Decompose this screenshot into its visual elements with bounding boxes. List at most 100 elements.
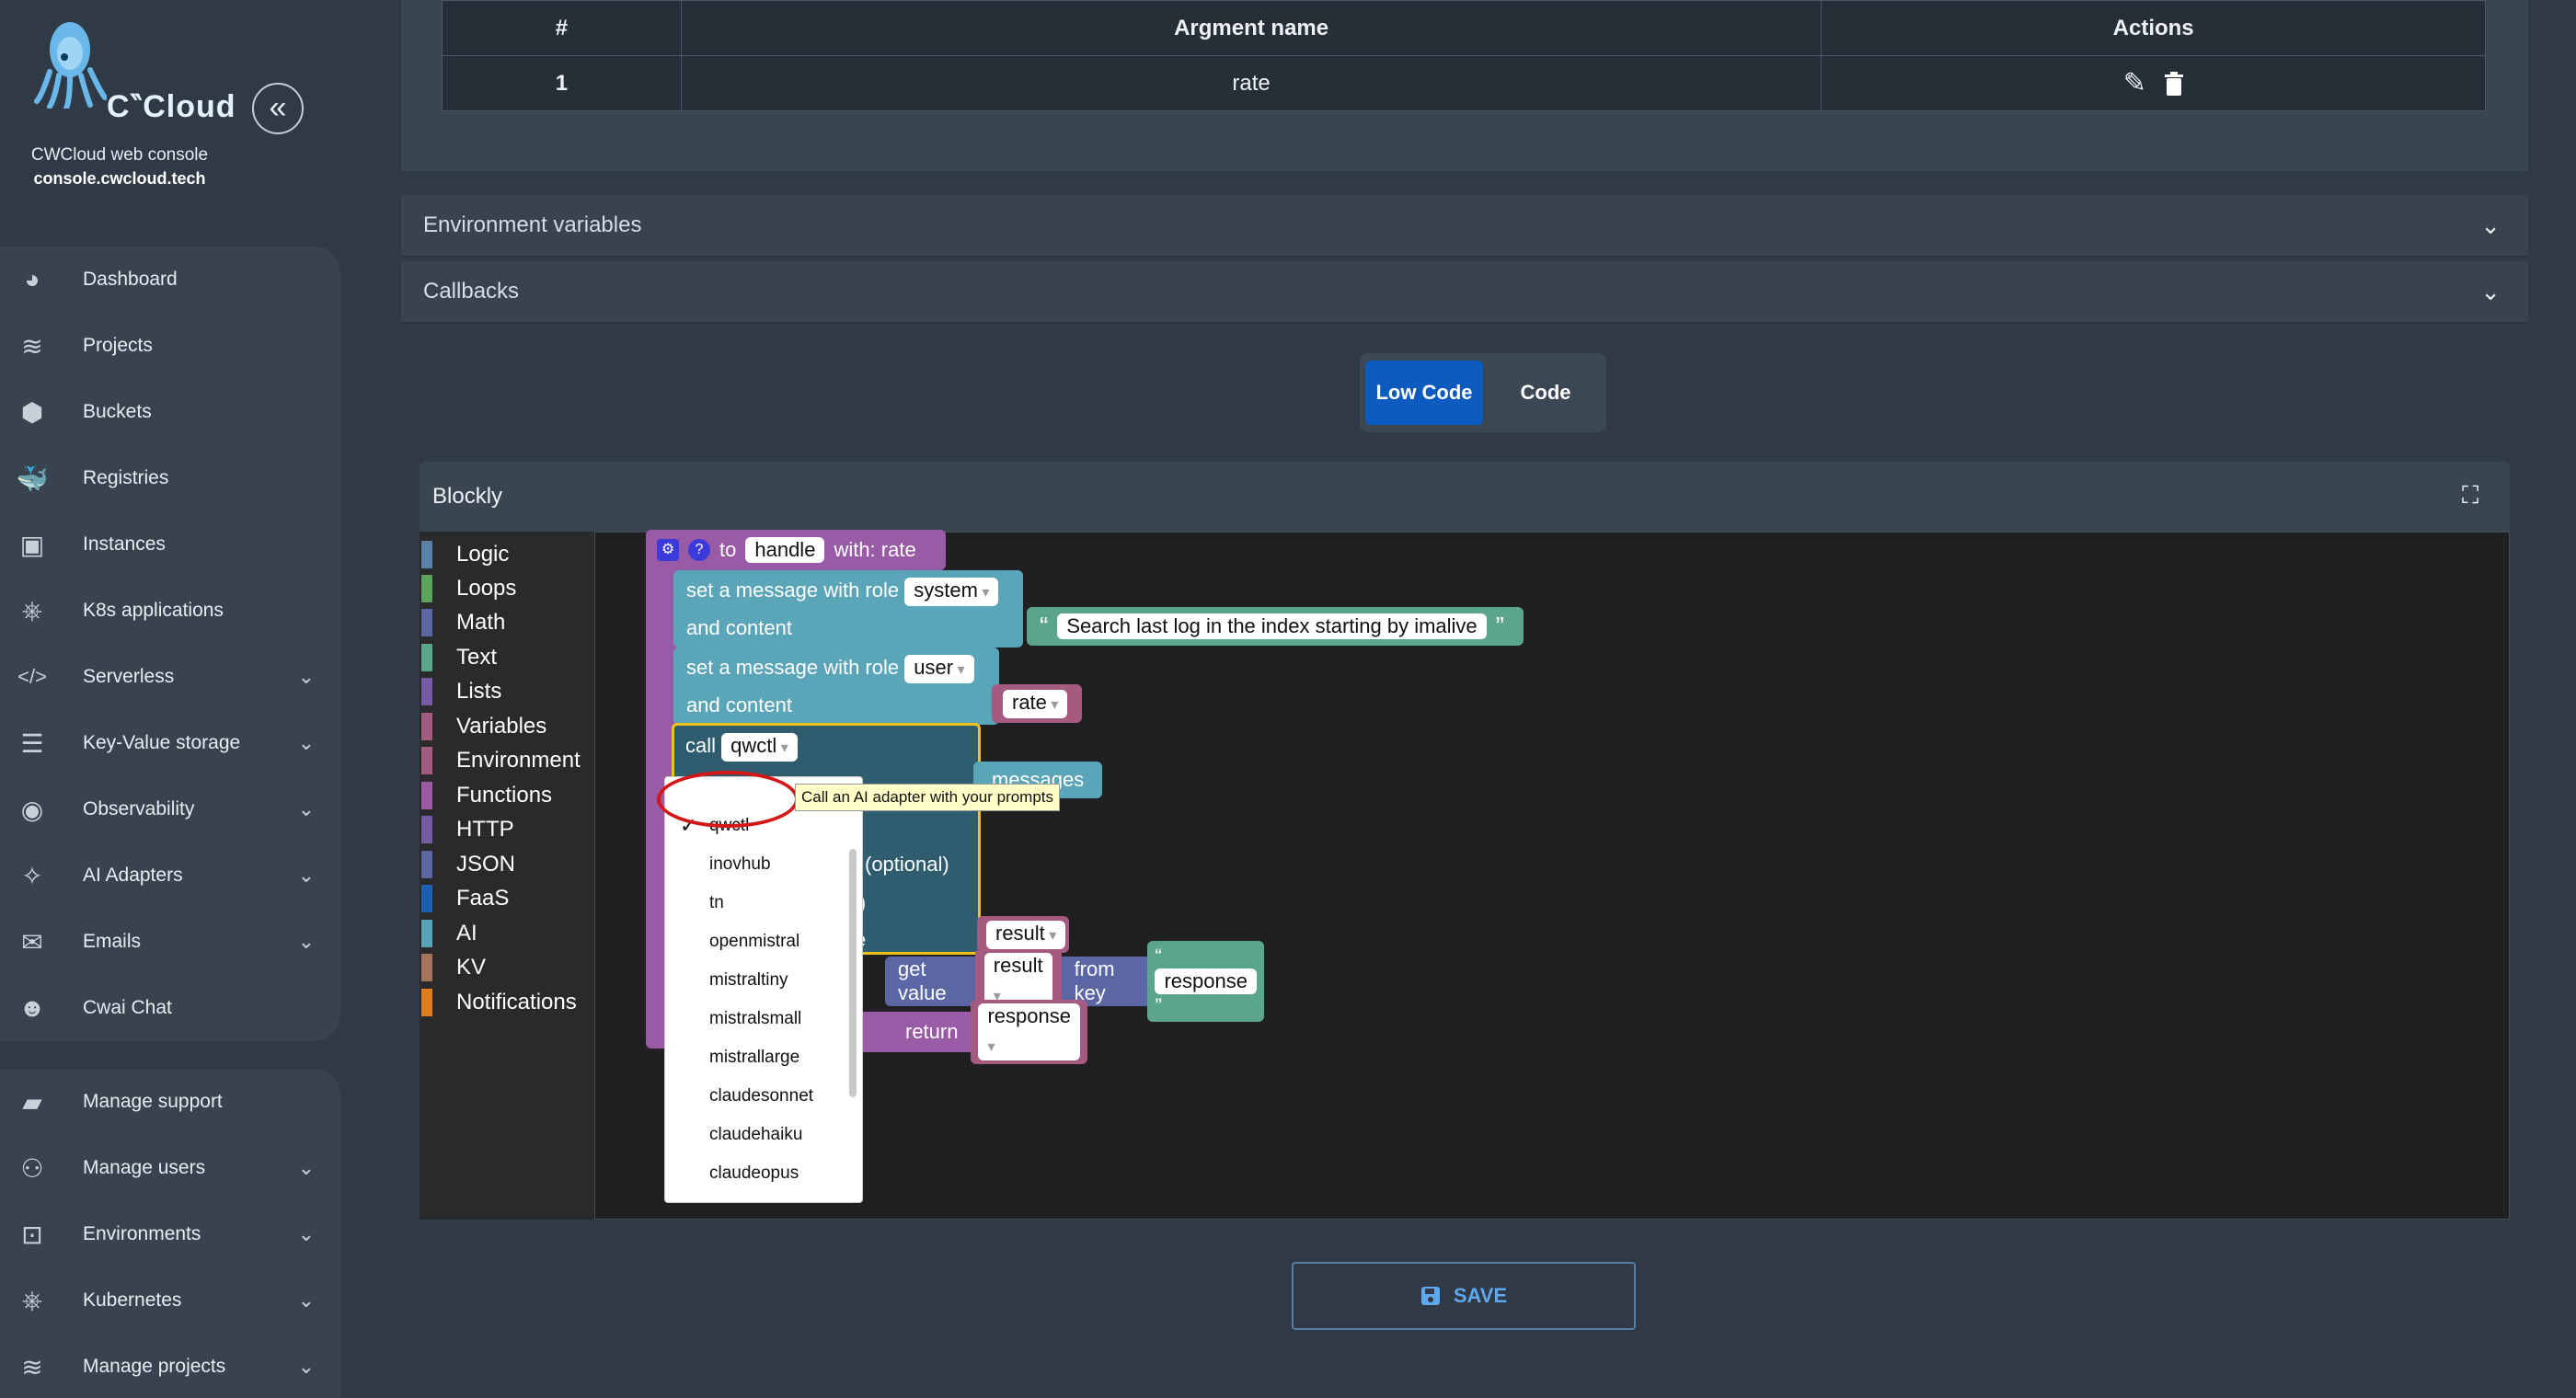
json-get-value-block[interactable]: get value result from key “ response ” (885, 941, 1264, 1022)
dropdown-option-claudehaiku[interactable]: claudehaiku (665, 1116, 849, 1154)
function-definition-block[interactable]: ⚙ ? to handle with: rate (646, 530, 946, 570)
envelope-icon: ✉ (21, 927, 43, 957)
text-field[interactable]: response (1155, 968, 1257, 994)
toolbox-category-faas[interactable]: FaaS (420, 883, 594, 914)
sidebar-item-label: Emails (83, 931, 142, 952)
sidebar-item-cwai-chat[interactable]: ☻ Cwai Chat (0, 980, 340, 1036)
toolbox-category-kv[interactable]: KV (420, 952, 594, 983)
block-params: with: rate (834, 538, 916, 561)
sidebar-item-buckets[interactable]: ⬢ Buckets (0, 384, 340, 440)
toolbox-category-math[interactable]: Math (420, 607, 594, 638)
dropdown-option-claudesonnet[interactable]: claudesonnet (665, 1077, 849, 1116)
sidebar-item-dashboard[interactable]: ◕ Dashboard (0, 252, 340, 307)
block-label: return (905, 1020, 959, 1043)
text-field[interactable]: Search last log in the index starting by… (1057, 613, 1487, 639)
sidebar-item-manage-users[interactable]: ⚇ Manage users ⌄ (0, 1140, 340, 1196)
trash-icon[interactable] (2164, 72, 2184, 96)
toolbox-category-variables[interactable]: Variables (420, 711, 594, 742)
sidebar-item-emails[interactable]: ✉ Emails ⌄ (0, 914, 340, 969)
code-button[interactable]: Code (1492, 361, 1599, 425)
variable-dropdown[interactable]: response (978, 1003, 1080, 1060)
sidebar-item-registries[interactable]: 🐳 Registries (0, 451, 340, 506)
sidebar-item-observability[interactable]: ◉ Observability ⌄ (0, 782, 340, 837)
sidebar-item-key-value-storage[interactable]: ☰ Key-Value storage ⌄ (0, 716, 340, 771)
sidebar-item-ai-adapters[interactable]: ✧ AI Adapters ⌄ (0, 848, 340, 903)
role-dropdown[interactable]: system (904, 578, 999, 606)
category-label: KV (456, 955, 487, 980)
sidebar-item-k8s-applications[interactable]: ⎈ K8s applications (0, 583, 340, 638)
category-color-bar (421, 954, 432, 981)
function-name-field[interactable]: handle (745, 537, 825, 563)
category-label: Math (456, 610, 506, 635)
toolbox-category-functions[interactable]: Functions (420, 780, 594, 811)
toolbox-category-http[interactable]: HTTP (420, 814, 594, 845)
set-message-user-block[interactable]: set a message with role user and content (673, 647, 999, 725)
category-label: Text (456, 645, 498, 670)
block-label: set a message with role (686, 656, 900, 679)
app-root: C‶Cloud « CWCloud web console console.cw… (0, 0, 2576, 1398)
return-block[interactable]: return response (856, 1000, 1087, 1064)
sidebar-item-serverless[interactable]: </> Serverless ⌄ (0, 649, 340, 705)
sidebar-item-kubernetes[interactable]: ⎈ Kubernetes ⌄ (0, 1273, 340, 1328)
collapse-sidebar-button[interactable]: « (252, 83, 304, 134)
gear-icon[interactable]: ⚙ (657, 539, 679, 561)
dropdown-option-tn[interactable]: tn (665, 884, 849, 922)
text-block-key[interactable]: “ response ” (1147, 941, 1264, 1022)
variable-dropdown[interactable]: result (986, 920, 1066, 949)
accordion-callbacks[interactable]: Callbacks ⌄ (401, 261, 2528, 324)
sidebar-item-label: Buckets (83, 401, 152, 422)
comment-icon: ▰ (22, 1087, 42, 1117)
category-color-bar (421, 644, 432, 671)
cwcloud-logo[interactable]: C‶Cloud (33, 17, 236, 124)
help-icon[interactable]: ? (688, 539, 710, 561)
save-button[interactable]: SAVE (1292, 1262, 1636, 1330)
dropdown-option-mistrallarge[interactable]: mistrallarge (665, 1038, 849, 1077)
helm-icon: ⎈ (21, 1285, 43, 1314)
role-dropdown[interactable]: user (904, 655, 974, 683)
text-block-prompt[interactable]: “ Search last log in the index starting … (1027, 607, 1524, 646)
variable-block-result[interactable]: result (977, 916, 1069, 953)
quote-open-icon: “ (1155, 945, 1162, 968)
toolbox-category-json[interactable]: JSON (420, 849, 594, 880)
set-message-system-block[interactable]: set a message with role system and conte… (673, 570, 1023, 647)
dropdown-option-inovhub[interactable]: inovhub (665, 845, 849, 884)
toolbox-category-environment[interactable]: Environment (420, 745, 594, 776)
category-color-bar (421, 782, 432, 809)
sidebar-item-manage-support[interactable]: ▰ Manage support (0, 1074, 340, 1129)
argument-name-cell: rate (680, 55, 1823, 111)
low-code-button[interactable]: Low Code (1365, 361, 1483, 425)
sidebar-item-manage-projects[interactable]: ≋ Manage projects ⌄ (0, 1339, 340, 1394)
sidebar-item-projects[interactable]: ≋ Projects (0, 318, 340, 373)
chip-icon: ▣ (19, 530, 45, 559)
dropdown-option-claudeopus[interactable]: claudeopus (665, 1154, 849, 1193)
accordion-environment-variables[interactable]: Environment variables ⌄ (401, 195, 2528, 258)
dropdown-option-openmistral[interactable]: openmistral (665, 922, 849, 961)
toolbox-category-logic[interactable]: Logic (420, 539, 594, 570)
variable-block-response[interactable]: response (971, 1000, 1087, 1064)
toolbox-category-ai[interactable]: AI (420, 918, 594, 949)
dropdown-scrollbar[interactable] (849, 849, 857, 1097)
dropdown-option-mistraltiny[interactable]: mistraltiny (665, 961, 849, 1000)
edit-pencil-icon[interactable]: ✎ (2123, 68, 2146, 98)
toolbox-category-notifications[interactable]: Notifications (420, 987, 594, 1018)
adapter-dropdown[interactable]: qwctl (721, 733, 798, 762)
layers-icon: ≋ (21, 331, 43, 361)
toolbox-category-loops[interactable]: Loops (420, 573, 594, 604)
dropdown-option-mistralsmall[interactable]: mistralsmall (665, 1000, 849, 1038)
toolbox-category-lists[interactable]: Lists (420, 676, 594, 707)
sidebar-item-environments[interactable]: ⊡ Environments ⌄ (0, 1207, 340, 1262)
save-label: SAVE (1453, 1284, 1508, 1307)
option-label: tn (709, 893, 724, 912)
category-color-bar (421, 609, 432, 636)
variable-dropdown[interactable]: rate (1003, 689, 1068, 718)
table-header-row: # Argment name Actions (442, 0, 2486, 56)
fullscreen-icon[interactable]: ⛶ (2462, 483, 2484, 507)
toolbox-category-text[interactable]: Text (420, 642, 594, 673)
variable-block-rate[interactable]: rate (992, 684, 1082, 723)
category-label: AI (456, 921, 477, 945)
block-label: and content (686, 693, 792, 716)
dropdown-option-deepseekchat[interactable]: deepseekchat (665, 1193, 849, 1202)
sidebar-item-instances[interactable]: ▣ Instances (0, 517, 340, 572)
blockly-toolbox: Logic Loops Math Text Lists Variables En… (420, 532, 594, 1220)
category-color-bar (421, 920, 432, 947)
